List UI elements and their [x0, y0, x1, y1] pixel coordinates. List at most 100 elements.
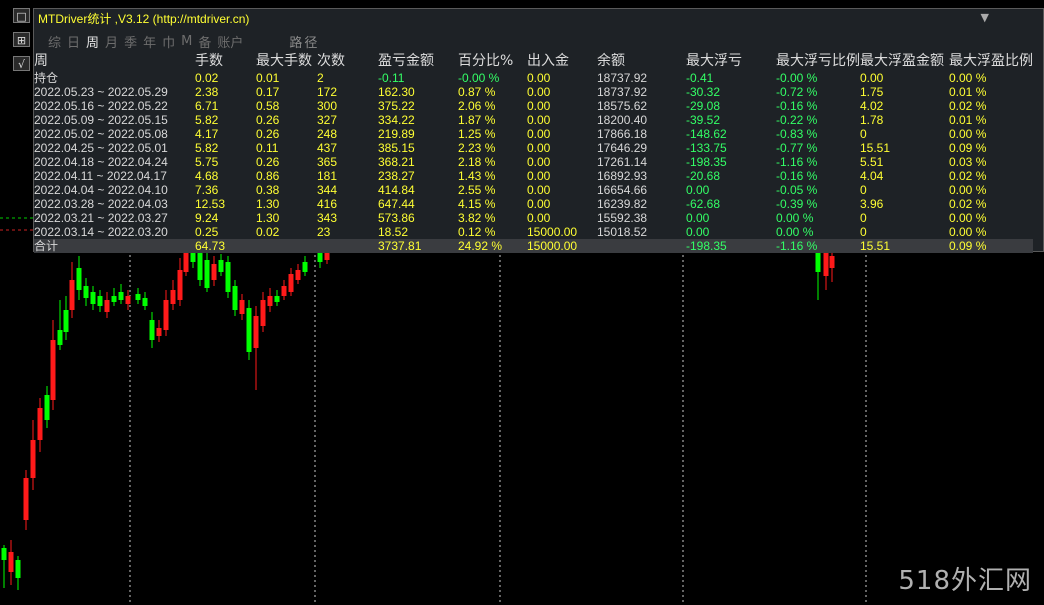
table-cell: 2.38: [195, 85, 219, 99]
candle-body: [317, 252, 323, 262]
column-header[interactable]: 手数: [195, 51, 256, 71]
table-cell: 0.11: [256, 141, 279, 155]
table-cell: 334.22: [378, 113, 415, 127]
candle-body: [76, 268, 82, 290]
tab-7[interactable]: M: [181, 34, 192, 49]
tab-3[interactable]: 月: [105, 32, 118, 51]
table-row[interactable]: 2022.05.09 ~ 2022.05.15 5.82 0.26 327 334.22…: [34, 113, 1033, 127]
table-row[interactable]: 2022.04.25 ~ 2022.05.01 5.82 0.11 437 385.15…: [34, 141, 1033, 155]
table-cell: 15592.38: [597, 211, 648, 225]
total-row: 合计 64.73 3737.81 24.92 % 15000.00 -198.35 -1.1…: [34, 239, 1033, 253]
tab-path[interactable]: 路径: [289, 32, 319, 51]
table-cell: -1.16 %: [776, 155, 818, 169]
table-cell: 0.00: [527, 141, 551, 155]
column-header[interactable]: 百分比%: [458, 51, 527, 71]
table-cell: 2022.05.02 ~ 2022.05.08: [34, 127, 168, 141]
table-cell: 0.00: [527, 71, 551, 85]
total-cell: 15000.00: [527, 239, 597, 253]
table-cell: 23: [317, 225, 331, 239]
total-cell: -198.35: [686, 239, 776, 253]
candle-body: [302, 262, 308, 272]
candle-body: [90, 292, 96, 304]
table-row[interactable]: 2022.03.21 ~ 2022.03.27 9.24 1.30 343 573.86…: [34, 211, 1033, 225]
table-cell: 0.00: [527, 113, 551, 127]
candle-body: [211, 264, 217, 280]
table-cell: 17866.18: [597, 127, 648, 141]
tab-4[interactable]: 季: [124, 32, 137, 51]
tab-1[interactable]: 日: [67, 32, 80, 51]
table-cell: 1.78: [860, 113, 884, 127]
table-cell: 0.25: [195, 225, 219, 239]
column-header[interactable]: 出入金: [527, 51, 597, 71]
column-header[interactable]: 余额: [597, 51, 686, 71]
table-cell: 0.09 %: [949, 141, 987, 155]
column-header[interactable]: 盈亏金额: [378, 51, 458, 71]
table-row[interactable]: 2022.05.16 ~ 2022.05.22 6.71 0.58 300 375.22…: [34, 99, 1033, 113]
candle-body: [118, 292, 124, 300]
table-cell: -0.39 %: [776, 197, 818, 211]
tab-2[interactable]: 周: [86, 32, 99, 51]
table-cell: 248: [317, 127, 338, 141]
table-row[interactable]: 2022.05.23 ~ 2022.05.29 2.38 0.17 172 162.30…: [34, 85, 1033, 99]
table-cell: 162.30: [378, 85, 415, 99]
candle-body: [30, 440, 36, 478]
total-cell: 3737.81: [378, 239, 458, 253]
tab-9[interactable]: 账户: [217, 32, 243, 51]
candle-body: [253, 316, 259, 348]
table-cell: 16892.93: [597, 169, 648, 183]
table-cell: 172: [317, 85, 338, 99]
column-header[interactable]: 次数: [317, 51, 378, 71]
table-cell: 2022.05.09 ~ 2022.05.15: [34, 113, 168, 127]
table-cell: -0.16 %: [776, 99, 818, 113]
table-cell: 1.30: [256, 197, 280, 211]
candle-body: [225, 262, 231, 292]
column-header[interactable]: 最大手数: [256, 51, 317, 71]
window-icon[interactable]: □: [13, 8, 30, 23]
candle-body: [142, 298, 148, 306]
table-cell: 18737.92: [597, 71, 648, 85]
tab-8[interactable]: 备: [198, 32, 211, 51]
table-cell: 0.02 %: [949, 197, 987, 211]
total-cell: [597, 239, 686, 253]
tab-6[interactable]: 巾: [162, 32, 175, 51]
candle-body: [57, 330, 63, 345]
table-cell: 4.15 %: [458, 197, 496, 211]
column-header[interactable]: 周: [34, 51, 195, 71]
table-cell: -198.35: [686, 155, 727, 169]
candle-body: [267, 296, 273, 306]
table-cell: -133.75: [686, 141, 727, 155]
weekly-stats-table: 周手数 最大手数 次数 盈亏金额 百分比% 出入金 余额 最大浮亏 最大浮亏比例 最大浮盈金额 最大…: [34, 51, 1033, 253]
column-header[interactable]: 最大浮盈比例: [949, 51, 1033, 71]
table-row[interactable]: 2022.04.11 ~ 2022.04.17 4.68 0.86 181 238.27…: [34, 169, 1033, 183]
check-icon[interactable]: √: [13, 56, 30, 71]
grid-icon[interactable]: ⊞: [13, 32, 30, 47]
table-cell: 1.87 %: [458, 113, 496, 127]
tab-0[interactable]: 综: [48, 32, 61, 51]
table-cell: 17261.14: [597, 155, 648, 169]
table-row[interactable]: 持仓 0.02 0.01 2 -0.11 -0.00 % 0.00 18737.92 -0.41…: [34, 71, 1033, 85]
column-header[interactable]: 最大浮亏: [686, 51, 776, 71]
table-cell: 0.87 %: [458, 85, 496, 99]
table-cell: 2022.05.23 ~ 2022.05.29: [34, 85, 168, 99]
table-cell: 181: [317, 169, 338, 183]
tab-5[interactable]: 年: [143, 32, 156, 51]
table-row[interactable]: 2022.03.14 ~ 2022.03.20 0.25 0.02 23 18.52 0.…: [34, 225, 1033, 239]
table-row[interactable]: 2022.04.18 ~ 2022.04.24 5.75 0.26 365 368.21…: [34, 155, 1033, 169]
table-cell: -0.41: [686, 71, 714, 85]
table-row[interactable]: 2022.05.02 ~ 2022.05.08 4.17 0.26 248 219.89…: [34, 127, 1033, 141]
period-tabs: 综日周月季年巾 M 备账户 路径: [34, 31, 1043, 51]
table-cell: 327: [317, 113, 338, 127]
table-cell: 0.00 %: [949, 211, 987, 225]
table-cell: 15.51: [860, 141, 891, 155]
table-row[interactable]: 2022.04.04 ~ 2022.04.10 7.36 0.38 344 414.84…: [34, 183, 1033, 197]
column-header[interactable]: 最大浮盈金额: [860, 51, 949, 71]
table-cell: 5.82: [195, 141, 219, 155]
table-cell: 647.44: [378, 197, 415, 211]
table-row[interactable]: 2022.03.28 ~ 2022.04.03 12.53 1.30 416 647.4…: [34, 197, 1033, 211]
table-cell: 0.38: [256, 183, 280, 197]
collapse-icon[interactable]: ▼: [981, 11, 989, 24]
table-cell: 0.17: [256, 85, 280, 99]
candle-body: [50, 340, 56, 400]
column-header[interactable]: 最大浮亏比例: [776, 51, 860, 71]
table-cell: 0.86: [256, 169, 280, 183]
